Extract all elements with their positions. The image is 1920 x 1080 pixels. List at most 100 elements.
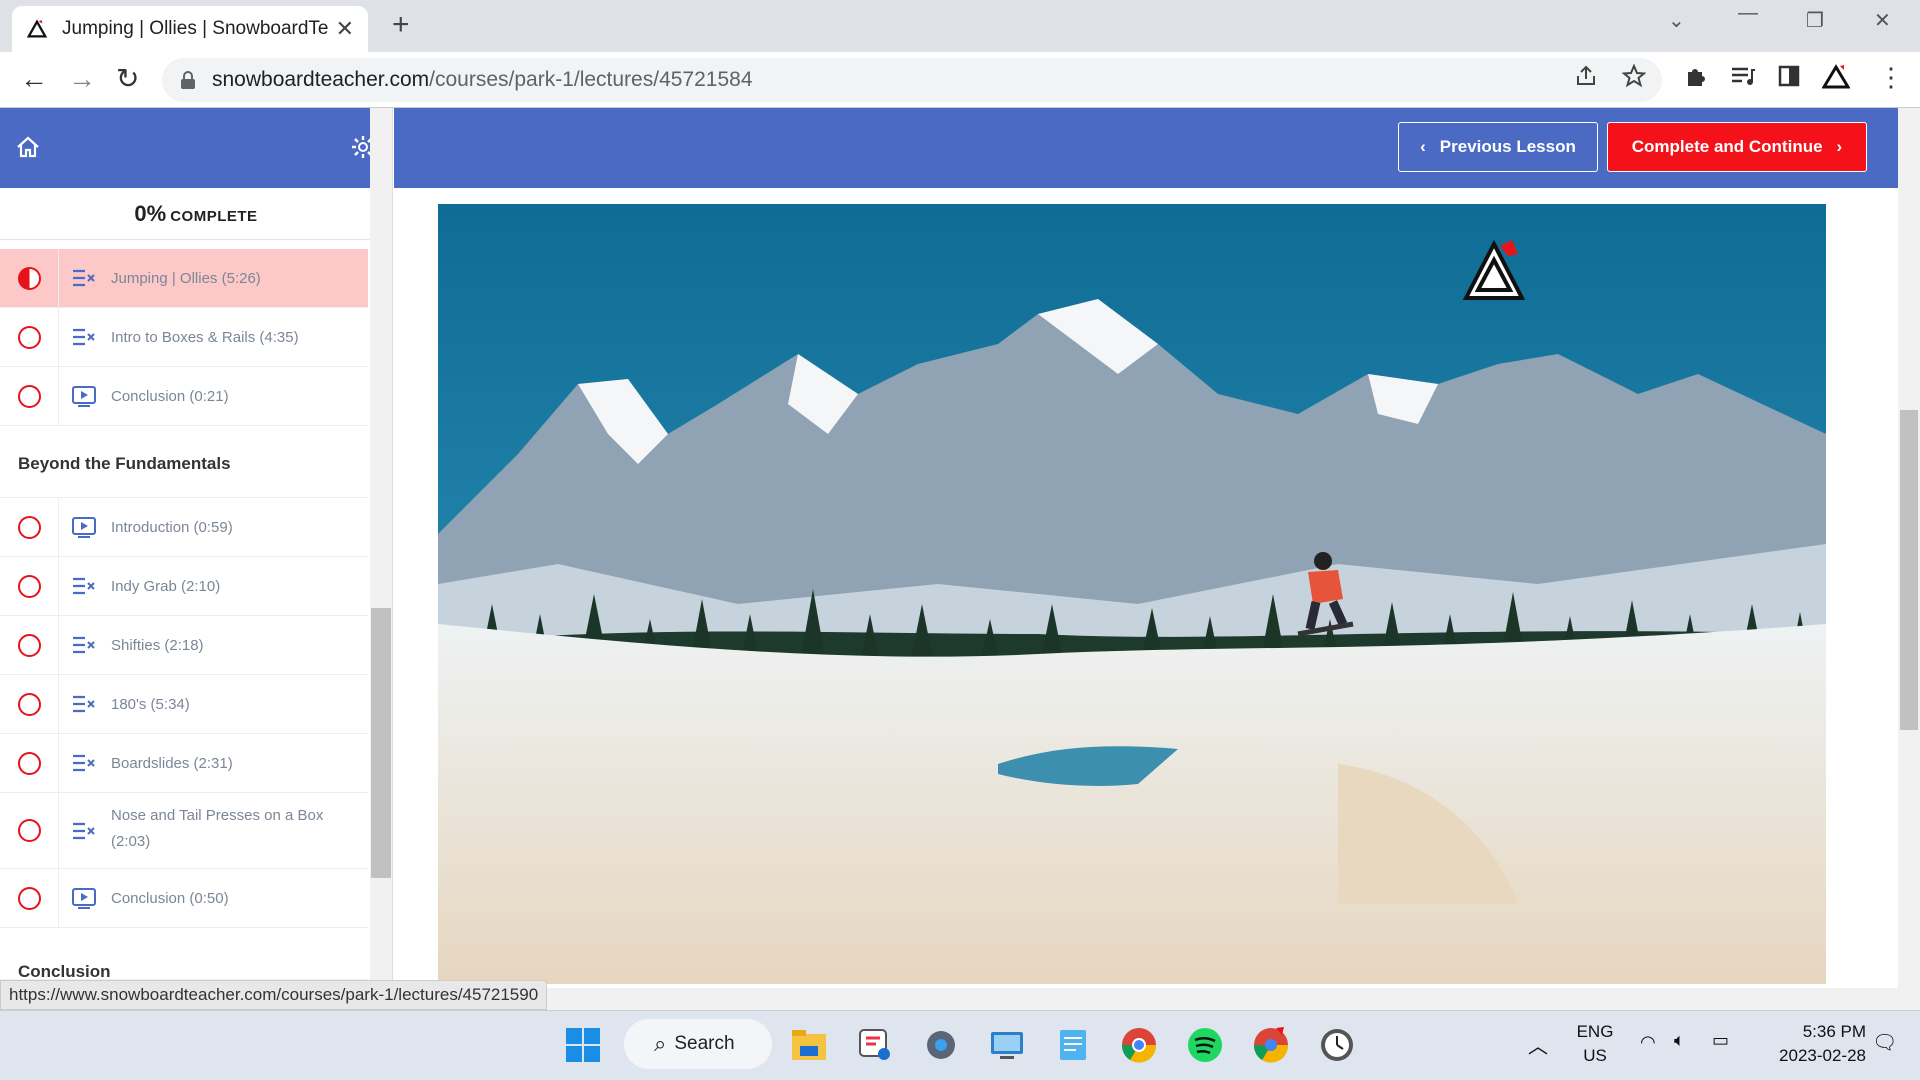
lesson-label: Jumping | Ollies (5:26)	[111, 269, 261, 287]
taskbar-search-label: Search	[674, 1033, 735, 1054]
lesson-status-circle-icon[interactable]	[18, 633, 41, 657]
url-text: snowboardteacher.com/courses/park-1/lect…	[212, 68, 753, 92]
remote-desktop-icon[interactable]	[988, 1026, 1026, 1064]
lesson-status-circle-icon[interactable]	[18, 325, 41, 349]
file-explorer-icon[interactable]	[790, 1026, 828, 1064]
browser-chrome: Jumping | Ollies | SnowboardTeac ✕ + ⌄ —…	[0, 0, 1920, 108]
search-icon: ⌕	[654, 1031, 667, 1056]
new-tab-icon[interactable]: +	[392, 10, 410, 40]
lesson-item[interactable]: Introduction (0:59)	[0, 498, 368, 557]
lesson-label: Conclusion (0:50)	[111, 889, 229, 907]
lesson-item[interactable]: Conclusion (0:21)	[0, 367, 368, 426]
media-queue-icon[interactable]	[1730, 64, 1756, 88]
quiz-list-icon	[73, 695, 95, 713]
video-play-icon	[72, 517, 96, 538]
close-window-icon[interactable]: ✕	[1874, 8, 1891, 33]
spotify-icon[interactable]	[1186, 1026, 1224, 1064]
lesson-item[interactable]: Nose and Tail Presses on a Box (2:03)	[0, 793, 368, 869]
lesson-status-circle-icon[interactable]	[18, 751, 41, 775]
lesson-status-circle-icon[interactable]	[18, 384, 41, 408]
browser-menu-icon[interactable]: ⋮	[1878, 60, 1904, 94]
quiz-list-icon	[73, 269, 95, 287]
clock-app-icon[interactable]	[1318, 1026, 1356, 1064]
divider	[58, 675, 59, 733]
share-icon[interactable]	[1574, 64, 1598, 88]
lesson-label: 180's (5:34)	[111, 695, 190, 713]
minimize-icon[interactable]: —	[1738, 2, 1758, 25]
lesson-status-circle-icon[interactable]	[18, 819, 41, 842]
profile-avatar-icon[interactable]	[1822, 64, 1850, 90]
chevron-left-icon: ‹	[1420, 137, 1426, 156]
battery-icon[interactable]: ▭	[1712, 1030, 1729, 1051]
chevron-right-icon: ›	[1836, 137, 1843, 156]
progress-percent: 0%	[134, 201, 167, 226]
reload-icon[interactable]: ↻	[116, 62, 139, 96]
horizontal-scrollbar[interactable]	[394, 988, 1898, 1010]
forward-icon[interactable]: →	[68, 62, 96, 96]
lesson-item[interactable]: Shifties (2:18)	[0, 616, 368, 675]
clock-date[interactable]: 5:36 PM 2023-02-28	[1756, 1022, 1866, 1066]
wifi-icon[interactable]: ◠	[1640, 1032, 1656, 1053]
quiz-list-icon	[73, 577, 95, 595]
complete-and-continue-button[interactable]: Complete and Continue ›	[1607, 122, 1867, 172]
lesson-item[interactable]: Jumping | Ollies (5:26)	[0, 249, 368, 308]
browser-tab[interactable]: Jumping | Ollies | SnowboardTeac ✕	[12, 6, 368, 52]
lesson-status-circle-icon[interactable]	[18, 266, 41, 290]
lesson-label: Indy Grab (2:10)	[111, 577, 221, 595]
language-indicator[interactable]: ENG US	[1570, 1022, 1620, 1066]
lesson-item[interactable]: Boardslides (2:31)	[0, 734, 368, 793]
lesson-status-circle-icon[interactable]	[18, 886, 41, 910]
snipping-tool-icon[interactable]	[856, 1026, 894, 1064]
complete-continue-label: Complete and Continue	[1631, 137, 1823, 156]
clock-time: 5:36 PM	[1802, 1022, 1866, 1041]
tray-overflow-chevron-icon[interactable]: ︿	[1528, 1030, 1548, 1059]
lesson-item[interactable]: Conclusion (0:50)	[0, 869, 368, 928]
divider	[58, 249, 59, 307]
home-icon[interactable]	[16, 136, 40, 158]
taskbar-search-button[interactable]: ⌕ Search	[624, 1019, 772, 1069]
lesson-item[interactable]: 180's (5:34)	[0, 675, 368, 734]
lesson-item[interactable]: Indy Grab (2:10)	[0, 557, 368, 616]
page-scroll-thumb[interactable]	[1900, 410, 1918, 730]
chrome-icon[interactable]	[1120, 1026, 1158, 1064]
lesson-status-circle-icon[interactable]	[18, 515, 41, 539]
snowboardteacher-favicon	[26, 19, 48, 38]
lesson-item[interactable]: Intro to Boxes & Rails (4:35)	[0, 308, 368, 367]
windows-taskbar	[0, 1010, 1920, 1080]
next-section-title: Conclusion	[0, 928, 368, 981]
tab-search-chevron-icon[interactable]: ⌄	[1668, 8, 1685, 33]
lesson-video-player[interactable]	[438, 204, 1826, 984]
volume-icon[interactable]: 🔈︎	[1674, 1030, 1685, 1051]
sidebar-scroll-thumb[interactable]	[371, 608, 391, 878]
divider	[58, 793, 59, 868]
lesson-status-circle-icon[interactable]	[18, 574, 41, 598]
quiz-list-icon	[73, 754, 95, 772]
video-play-icon	[72, 386, 96, 407]
url-path: /courses/park-1/lectures/45721584	[429, 68, 753, 91]
lesson-label: Boardslides (2:31)	[111, 754, 233, 772]
previous-lesson-button[interactable]: ‹ Previous Lesson	[1398, 122, 1598, 172]
restore-icon[interactable]: ❐	[1806, 8, 1824, 33]
quiz-list-icon	[73, 328, 95, 346]
tab-close-icon[interactable]: ✕	[336, 16, 354, 42]
back-icon[interactable]: ←	[20, 62, 48, 96]
notifications-icon[interactable]: 🗨︎	[1872, 1030, 1897, 1055]
chrome-profile-icon[interactable]	[1252, 1026, 1290, 1064]
lock-icon	[181, 71, 195, 89]
extensions-puzzle-icon[interactable]	[1684, 64, 1708, 88]
notepad-icon[interactable]	[1054, 1026, 1092, 1064]
side-panel-icon[interactable]	[1778, 64, 1800, 88]
address-bar[interactable]: snowboardteacher.com/courses/park-1/lect…	[162, 58, 1662, 102]
browser-toolbar: ← → ↻ snowboardteacher.com/courses/park-…	[0, 52, 1920, 108]
tab-title: Jumping | Ollies | SnowboardTeac	[62, 18, 328, 39]
windows-start-icon[interactable]	[564, 1026, 602, 1064]
course-progress: 0% COMPLETE	[0, 188, 392, 240]
video-play-icon	[72, 888, 96, 909]
divider	[58, 367, 59, 425]
video-frame-mountain-scene	[438, 204, 1826, 984]
settings-app-icon[interactable]	[922, 1026, 960, 1064]
lang-top: ENG	[1576, 1022, 1614, 1041]
quiz-list-icon	[73, 636, 95, 654]
bookmark-star-icon[interactable]	[1622, 64, 1646, 88]
lesson-status-circle-icon[interactable]	[18, 692, 41, 716]
